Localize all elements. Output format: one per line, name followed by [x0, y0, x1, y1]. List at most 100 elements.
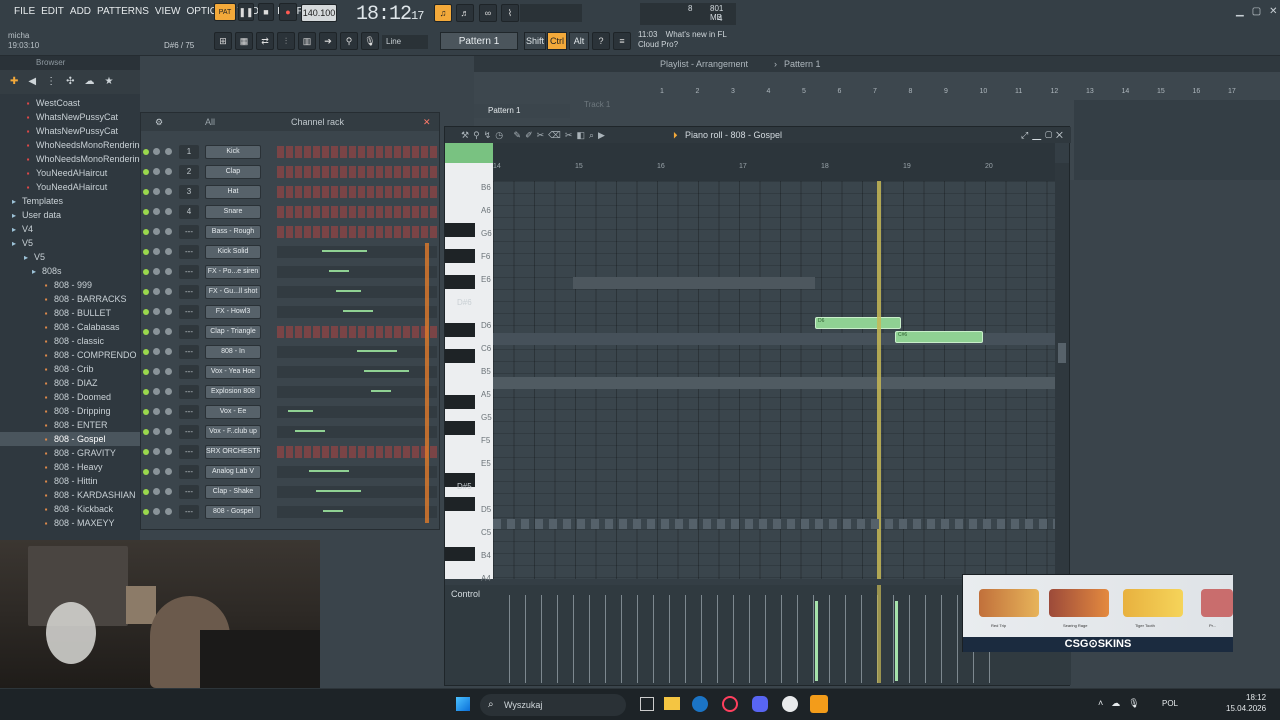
channel-mixer-track[interactable]: --- [179, 225, 199, 239]
volume-knob-icon[interactable] [165, 228, 172, 235]
menu-file[interactable]: FILE [14, 6, 35, 22]
wait-icon[interactable]: ⌇ [501, 4, 519, 22]
volume-knob-icon[interactable] [165, 248, 172, 255]
channel-name-button[interactable]: Kick [205, 145, 261, 159]
step-sequencer[interactable] [277, 446, 437, 458]
rack-filter[interactable]: All [205, 113, 215, 131]
pan-knob-icon[interactable] [153, 428, 160, 435]
channel-mute-led[interactable] [143, 509, 149, 515]
channel-name-button[interactable]: Clap - Shake [205, 485, 261, 499]
channel-mute-led[interactable] [143, 429, 149, 435]
channel-name-button[interactable]: FX - Howl3 [205, 305, 261, 319]
metronome-icon[interactable]: ♫ [434, 4, 452, 22]
opera-icon[interactable] [722, 696, 738, 712]
pan-knob-icon[interactable] [153, 468, 160, 475]
channel-mute-led[interactable] [143, 309, 149, 315]
channel-mixer-track[interactable]: --- [179, 265, 199, 279]
browser-item[interactable]: ▸ Templates [0, 194, 140, 208]
channel-row[interactable]: 3 Hat [141, 183, 441, 201]
channel-name-button[interactable]: FX - Gu...ll shot [205, 285, 261, 299]
browser-item[interactable]: ▪ 808 - Gospel [0, 432, 140, 446]
pattern-selector[interactable]: Pattern 1 [440, 32, 518, 50]
channel-row[interactable]: --- Clap - Shake [141, 483, 441, 501]
pan-knob-icon[interactable] [153, 488, 160, 495]
browser-item[interactable]: ▪ YouNeedAHaircut [0, 180, 140, 194]
browser-item[interactable]: ▪ 808 - Dripping [0, 404, 140, 418]
alt-button[interactable]: Alt [569, 32, 589, 50]
channel-mute-led[interactable] [143, 289, 149, 295]
step-sequencer[interactable] [277, 346, 437, 358]
channel-mixer-track[interactable]: 3 [179, 185, 199, 199]
step-sequencer[interactable] [277, 466, 437, 478]
volume-knob-icon[interactable] [165, 268, 172, 275]
browser-item[interactable]: ▸ 808s [0, 264, 140, 278]
browser-item[interactable]: ▸ V4 [0, 222, 140, 236]
menu-view[interactable]: VIEW [155, 6, 181, 22]
channel-mute-led[interactable] [143, 229, 149, 235]
browser-item[interactable]: ▪ 808 - Doomed [0, 390, 140, 404]
step-sequencer[interactable] [277, 486, 437, 498]
browser-item[interactable]: ▪ 808 - 999 [0, 278, 140, 292]
volume-knob-icon[interactable] [165, 188, 172, 195]
browser-item[interactable]: ▪ 808 - Heavy [0, 460, 140, 474]
channel-mixer-track[interactable]: --- [179, 325, 199, 339]
volume-knob-icon[interactable] [165, 348, 172, 355]
piano-keyboard[interactable]: B6 A6 G6 F6 E6 D#6 D6 C6 B5 A5 G5 F5 E5 D#5 D5 C5 B4 A4 [445, 163, 493, 583]
tray-icons[interactable]: ˄☁🎙 [1098, 698, 1148, 709]
channel-name-button[interactable]: Kick Solid [205, 245, 261, 259]
volume-knob-icon[interactable] [165, 388, 172, 395]
step-sequencer[interactable] [277, 406, 437, 418]
chrome-icon[interactable] [782, 696, 798, 712]
browser-item[interactable]: ▪ 808 - Crib [0, 362, 140, 376]
channel-name-button[interactable]: Hat [205, 185, 261, 199]
browser-item[interactable]: ▪ 808 - classic [0, 334, 140, 348]
browser-item[interactable]: ▪ 808 - Hittin [0, 474, 140, 488]
step-sequencer[interactable] [277, 226, 437, 238]
pan-knob-icon[interactable] [153, 408, 160, 415]
channel-mute-led[interactable] [143, 489, 149, 495]
pan-knob-icon[interactable] [153, 448, 160, 455]
rack-close-icon[interactable]: ✕ [423, 113, 431, 131]
black-key[interactable] [445, 547, 475, 561]
rack-gear-icon[interactable]: ⚙ [155, 113, 163, 131]
browser-item[interactable]: ▸ User data [0, 208, 140, 222]
snap-select[interactable]: Line [382, 35, 428, 49]
channel-name-button[interactable]: 808 - Gospel [205, 505, 261, 519]
channel-mixer-track[interactable]: --- [179, 305, 199, 319]
channel-name-button[interactable]: Clap [205, 165, 261, 179]
channel-mixer-track[interactable]: --- [179, 285, 199, 299]
volume-knob-icon[interactable] [165, 148, 172, 155]
channel-mute-led[interactable] [143, 389, 149, 395]
step-sequencer[interactable] [277, 146, 437, 158]
volume-knob-icon[interactable] [165, 288, 172, 295]
browser-item[interactable]: ▸ V5 [0, 250, 140, 264]
pan-knob-icon[interactable] [153, 208, 160, 215]
channel-mixer-track[interactable]: --- [179, 385, 199, 399]
pan-knob-icon[interactable] [153, 268, 160, 275]
step-sequencer[interactable] [277, 386, 437, 398]
volume-knob-icon[interactable] [165, 368, 172, 375]
channel-name-button[interactable]: Vox - Yea Hoe [205, 365, 261, 379]
channel-mute-led[interactable] [143, 269, 149, 275]
piano-roll-window-controls[interactable]: ⤢▁▢✕ [1021, 127, 1067, 143]
browser-tree-icon[interactable]: ⋮ [46, 76, 56, 88]
pan-knob-icon[interactable] [153, 348, 160, 355]
channel-mute-led[interactable] [143, 249, 149, 255]
black-key[interactable] [445, 275, 475, 289]
channel-row[interactable]: --- Bass - Rough [141, 223, 441, 241]
pan-knob-icon[interactable] [153, 508, 160, 515]
channel-mute-led[interactable] [143, 209, 149, 215]
note-grid[interactable]: D6 C#6 [493, 181, 1055, 579]
black-key[interactable] [445, 323, 475, 337]
black-key[interactable] [445, 223, 475, 237]
mic-icon[interactable]: 🎙 [361, 32, 379, 50]
step-sequencer[interactable] [277, 426, 437, 438]
browser-item[interactable]: ▪ 808 - Calabasas [0, 320, 140, 334]
black-key[interactable] [445, 421, 475, 435]
channel-name-button[interactable]: Vox - Ee [205, 405, 261, 419]
channel-name-button[interactable]: Explosion 808 [205, 385, 261, 399]
piano-roll-tools[interactable]: ⚒⚲↯◷ ✎✐✂⌫✂◧⌕▶ [461, 127, 609, 143]
black-key[interactable] [445, 249, 475, 263]
volume-knob-icon[interactable] [165, 208, 172, 215]
channel-mixer-track[interactable]: --- [179, 365, 199, 379]
